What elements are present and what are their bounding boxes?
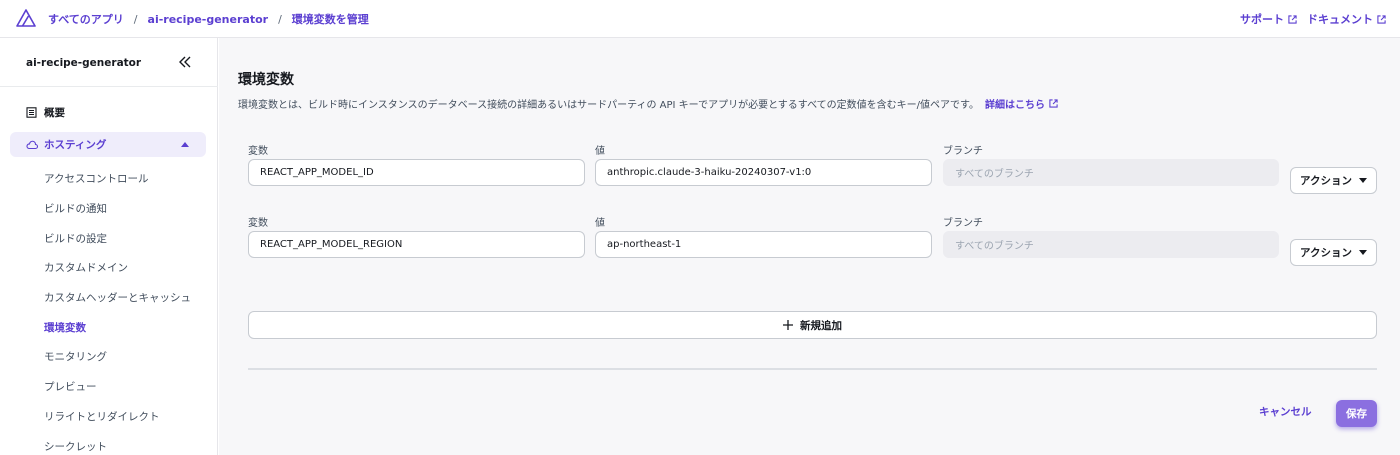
variable-label: 変数 — [248, 146, 268, 157]
sidebar-item-hosting[interactable]: ホスティング — [10, 132, 206, 157]
value-label: 値 — [595, 218, 605, 229]
variable-value-input[interactable]: anthropic.claude-3-haiku-20240307-v1:0 — [595, 159, 932, 186]
save-button[interactable]: 保存 — [1336, 400, 1377, 427]
top-bar: すべてのアプリ / ai-recipe-generator / 環境変数を管理 … — [0, 0, 1400, 38]
breadcrumb-separator: / — [133, 12, 138, 26]
add-new-button[interactable]: 新規追加 — [248, 311, 1377, 339]
branch-select: すべてのブランチ — [943, 159, 1279, 186]
actions-dropdown-label: アクション — [1300, 175, 1352, 187]
sidebar-item-overview-label: 概要 — [44, 107, 65, 119]
sidebar-divider — [0, 86, 218, 87]
amplify-logo-icon[interactable] — [16, 9, 36, 27]
sidebar: ai-recipe-generator 概要 ホスティング アクセスコントロール… — [0, 38, 218, 455]
breadcrumb: すべてのアプリ / ai-recipe-generator / 環境変数を管理 — [48, 11, 369, 27]
sidebar-subitem[interactable]: アクセスコントロール — [44, 164, 191, 194]
cloud-icon — [26, 140, 38, 149]
caret-down-icon — [1358, 250, 1367, 255]
external-link-icon — [1377, 14, 1386, 24]
branch-label: ブランチ — [943, 146, 983, 157]
value-label: 値 — [595, 146, 605, 157]
sidebar-app-name: ai-recipe-generator — [26, 57, 142, 69]
variable-key-input[interactable]: REACT_APP_MODEL_ID — [248, 159, 585, 186]
branch-label: ブランチ — [943, 218, 983, 229]
breadcrumb-app[interactable]: ai-recipe-generator — [148, 13, 269, 26]
sidebar-subitem[interactable]: シークレット — [44, 431, 191, 455]
caret-down-icon — [1358, 178, 1367, 183]
hosting-subnav: アクセスコントロール ビルドの通知 ビルドの設定 カスタムドメイン カスタムヘッダーとキ… — [44, 164, 191, 455]
sidebar-item-hosting-label: ホスティング — [44, 139, 107, 151]
learn-more-link[interactable]: 詳細はこちら — [985, 96, 1058, 111]
breadcrumb-separator: / — [278, 12, 282, 26]
collapse-sidebar-icon[interactable] — [178, 56, 192, 68]
actions-dropdown-button[interactable]: アクション — [1290, 167, 1377, 194]
sidebar-subitem[interactable]: プレビュー — [44, 372, 191, 402]
main-content: 環境変数 環境変数とは、ビルド時にインスタンスのデータベース接続の詳細あるいはサ… — [219, 38, 1400, 455]
variable-value-input[interactable]: ap-northeast-1 — [595, 231, 932, 258]
sidebar-subitem[interactable]: ビルドの通知 — [44, 194, 191, 224]
document-icon — [26, 107, 37, 118]
sidebar-subitem[interactable]: 環境変数 — [44, 312, 191, 342]
sidebar-subitem[interactable]: モニタリング — [44, 342, 191, 372]
top-links: サポート ドキュメント — [1240, 11, 1386, 27]
support-link-label: サポート — [1240, 13, 1284, 26]
external-link-icon — [1049, 99, 1058, 108]
page-description: 環境変数とは、ビルド時にインスタンスのデータベース接続の詳細あるいはサードパーテ… — [238, 96, 1058, 111]
sidebar-subitem[interactable]: カスタムヘッダーとキャッシュ — [44, 283, 191, 313]
actions-dropdown-button[interactable]: アクション — [1290, 239, 1377, 266]
learn-more-label: 詳細はこちら — [985, 100, 1046, 111]
add-new-label: 新規追加 — [800, 319, 842, 332]
page-title: 環境変数 — [238, 72, 294, 88]
sidebar-subitem[interactable]: ビルドの設定 — [44, 223, 191, 253]
actions-dropdown-label: アクション — [1300, 247, 1352, 259]
support-link[interactable]: サポート — [1240, 11, 1297, 27]
sidebar-item-overview[interactable]: 概要 — [26, 105, 65, 120]
breadcrumb-current: 環境変数を管理 — [291, 13, 369, 26]
branch-select: すべてのブランチ — [943, 231, 1279, 258]
docs-link-label: ドキュメント — [1307, 13, 1373, 26]
external-link-icon — [1288, 14, 1297, 24]
page-description-text: 環境変数とは、ビルド時にインスタンスのデータベース接続の詳細あるいはサードパーテ… — [238, 100, 980, 111]
variable-key-input[interactable]: REACT_APP_MODEL_REGION — [248, 231, 585, 258]
breadcrumb-all-apps[interactable]: すべてのアプリ — [48, 11, 124, 27]
docs-link[interactable]: ドキュメント — [1307, 11, 1386, 27]
cancel-button[interactable]: キャンセル — [1259, 404, 1312, 419]
section-divider — [248, 368, 1377, 370]
variable-label: 変数 — [248, 218, 268, 229]
sidebar-subitem[interactable]: リライトとリダイレクト — [44, 402, 191, 432]
caret-up-icon — [181, 142, 189, 147]
plus-icon — [783, 320, 793, 330]
sidebar-subitem[interactable]: カスタムドメイン — [44, 253, 191, 283]
